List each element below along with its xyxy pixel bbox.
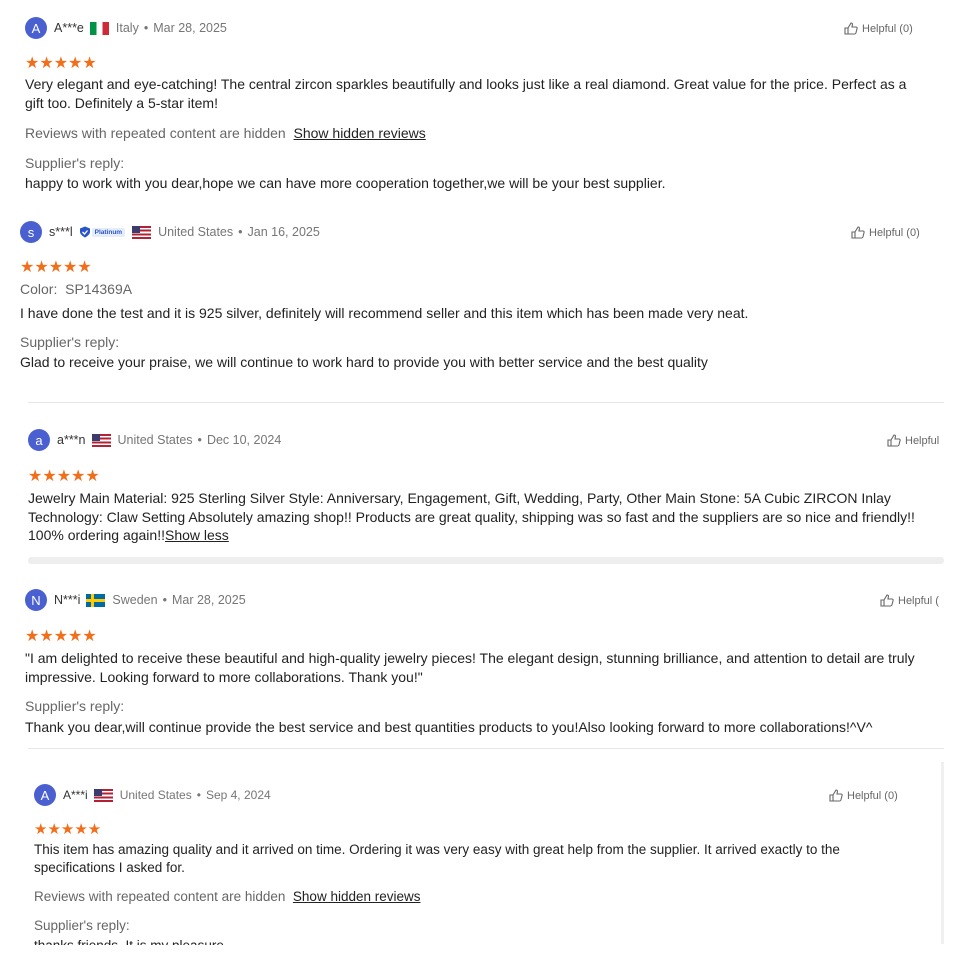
color-value: SP14369A	[65, 281, 133, 297]
review-text: Very elegant and eye-catching! The centr…	[25, 76, 907, 111]
review-meta: United States • Dec 10, 2024	[118, 433, 282, 447]
thumbs-up-icon	[844, 22, 858, 35]
avatar: A	[34, 784, 56, 806]
thumbs-up-icon	[851, 226, 865, 239]
avatar: a	[28, 429, 50, 451]
supplier-reply: happy to work with you dear,hope we can …	[25, 175, 666, 191]
reviewer-name: N***i	[54, 593, 81, 607]
star-icons: ★★★★★	[25, 628, 97, 645]
helpful-button[interactable]: Helpful (	[880, 594, 939, 607]
supplier-reply: thanks friends, It is my pleasure	[34, 937, 224, 945]
divider	[28, 402, 944, 403]
hidden-note-text: Reviews with repeated content are hidden	[25, 125, 286, 141]
show-less-link[interactable]: Show less	[165, 527, 229, 543]
review-header: N N***i Sweden • Mar 28, 2025	[25, 589, 246, 611]
review-meta: Italy • Mar 28, 2025	[116, 21, 227, 35]
helpful-label: Helpful (0)	[869, 226, 920, 239]
italy-flag-icon	[89, 21, 109, 35]
variant-color: Color: SP14369A	[20, 281, 132, 297]
divider	[28, 748, 944, 749]
country: United States	[119, 788, 192, 802]
thumbs-up-icon	[880, 594, 894, 607]
country: United States	[158, 225, 234, 239]
star-rating: ★★★★★	[28, 469, 100, 485]
review-date: Jan 16, 2025	[247, 225, 320, 239]
reviewer-name: s***l	[49, 225, 73, 239]
separator: •	[196, 788, 201, 802]
star-rating: ★★★★★	[34, 822, 102, 838]
star-icons: ★★★★★	[25, 55, 97, 72]
review-header: A A***i United States • Sep 4, 2024	[34, 784, 271, 806]
review-date: Sep 4, 2024	[205, 788, 271, 802]
supplier-reply-label: Supplier's reply:	[20, 334, 120, 350]
review-header: s s***l Platinum United States • Jan 16, 2…	[20, 221, 320, 243]
badge-label: Platinum	[91, 227, 126, 237]
review-date: Dec 10, 2024	[206, 433, 282, 447]
color-label: Color:	[20, 281, 58, 297]
country: Italy	[115, 21, 139, 35]
hidden-reviews-note: Reviews with repeated content are hidden…	[25, 125, 426, 141]
star-rating: ★★★★★	[25, 629, 97, 645]
show-hidden-reviews-link[interactable]: Show hidden reviews	[294, 125, 426, 141]
review-meta: United States • Jan 16, 2025	[158, 225, 320, 239]
review-meta: Sweden • Mar 28, 2025	[112, 593, 245, 607]
separator: •	[143, 21, 149, 35]
review-text: This item has amazing quality and it arr…	[34, 842, 840, 875]
separator: •	[162, 593, 167, 607]
scrollbar[interactable]	[941, 762, 944, 944]
country: Sweden	[112, 593, 158, 607]
supplier-reply-label: Supplier's reply:	[25, 155, 125, 171]
country: United States	[117, 433, 193, 447]
star-rating: ★★★★★	[25, 56, 97, 72]
us-flag-icon	[91, 433, 111, 447]
thumbs-up-icon	[829, 789, 843, 802]
supplier-reply-clip: thanks friends, It is my pleasure	[34, 937, 634, 945]
supplier-reply-label: Supplier's reply:	[34, 918, 130, 933]
reviewer-name: A***i	[63, 788, 88, 802]
supplier-reply: Thank you dear,will continue provide the…	[25, 719, 873, 735]
show-hidden-reviews-link[interactable]: Show hidden reviews	[293, 889, 421, 904]
review-text-body: Jewelry Main Material: 925 Sterling Silv…	[28, 490, 915, 543]
helpful-button[interactable]: Helpful (0)	[844, 22, 913, 35]
helpful-button[interactable]: Helpful (0)	[851, 226, 920, 239]
review-date: Mar 28, 2025	[153, 21, 227, 35]
review-text: I have done the test and it is 925 silve…	[20, 305, 749, 321]
review-date: Mar 28, 2025	[171, 593, 246, 607]
verified-shield-icon	[79, 226, 90, 238]
avatar: N	[25, 589, 47, 611]
hidden-reviews-note: Reviews with repeated content are hidden…	[34, 889, 421, 904]
star-icons: ★★★★★	[28, 468, 100, 485]
platinum-badge: Platinum	[79, 226, 126, 238]
star-icons: ★★★★★	[20, 259, 92, 276]
separator: •	[197, 433, 202, 447]
section-separator	[28, 557, 944, 564]
reviewer-name: a***n	[57, 433, 86, 447]
us-flag-icon	[132, 225, 152, 239]
hidden-note-text: Reviews with repeated content are hidden	[34, 889, 286, 904]
avatar: s	[20, 221, 42, 243]
sweden-flag-icon	[86, 593, 106, 607]
star-icons: ★★★★★	[34, 821, 102, 838]
supplier-reply-label: Supplier's reply:	[25, 698, 125, 714]
helpful-label: Helpful (0)	[847, 789, 898, 802]
star-rating: ★★★★★	[20, 260, 92, 276]
thumbs-up-icon	[887, 434, 901, 447]
reviewer-name: A***e	[54, 21, 84, 35]
review-text: "I am delighted to receive these beautif…	[25, 650, 915, 685]
helpful-button[interactable]: Helpful (0)	[829, 789, 898, 802]
helpful-label: Helpful (	[898, 594, 939, 607]
review-meta: United States • Sep 4, 2024	[120, 788, 271, 802]
review-text: Jewelry Main Material: 925 Sterling Silv…	[28, 489, 940, 545]
avatar: A	[25, 17, 47, 39]
helpful-label: Helpful	[905, 434, 940, 447]
review-header: A A***e Italy • Mar 28, 2025	[25, 17, 227, 39]
review-header: a a***n United States • Dec 10, 2024	[28, 429, 281, 451]
helpful-label: Helpful (0)	[862, 22, 913, 35]
supplier-reply: Glad to receive your praise, we will con…	[20, 354, 708, 370]
separator: •	[238, 225, 243, 239]
helpful-button[interactable]: Helpful	[887, 434, 939, 447]
us-flag-icon	[93, 788, 113, 802]
